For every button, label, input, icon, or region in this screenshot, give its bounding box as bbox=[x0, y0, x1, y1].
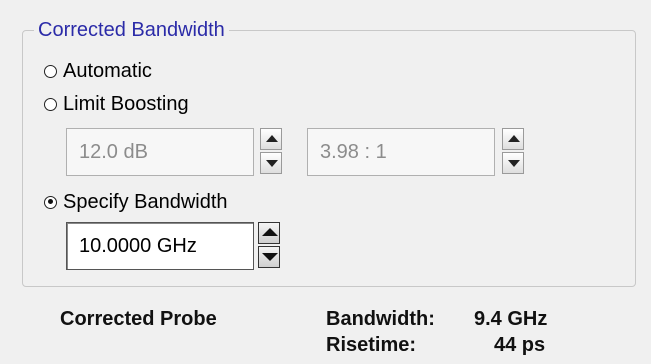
group-title: Corrected Bandwidth bbox=[34, 17, 229, 43]
risetime-readout-value: 44 ps bbox=[494, 334, 546, 356]
corrected-probe-label: Corrected Probe bbox=[60, 308, 217, 330]
boost-ratio-spinner[interactable] bbox=[502, 128, 526, 176]
boost-db-field[interactable]: 12.0 dB bbox=[66, 128, 254, 176]
boost-db-up-button[interactable] bbox=[260, 128, 282, 150]
arrow-down-icon bbox=[508, 160, 520, 167]
specify-bandwidth-label[interactable]: Specify Bandwidth bbox=[63, 189, 228, 215]
risetime-readout-label: Risetime: bbox=[326, 334, 417, 356]
boost-ratio-up-button[interactable] bbox=[502, 128, 524, 150]
limit-boosting-radio[interactable] bbox=[44, 97, 57, 111]
bandwidth-up-button[interactable] bbox=[258, 222, 280, 244]
boost-ratio-field[interactable]: 3.98 : 1 bbox=[307, 128, 495, 176]
automatic-radio[interactable] bbox=[44, 64, 57, 78]
arrow-down-icon bbox=[266, 160, 278, 167]
bandwidth-value-field[interactable]: 10.0000 GHz bbox=[66, 222, 254, 270]
limit-boosting-option[interactable]: Limit Boosting bbox=[44, 91, 189, 117]
arrow-up-icon bbox=[262, 228, 278, 236]
arrow-up-icon bbox=[266, 135, 278, 142]
boost-db-spinner[interactable] bbox=[260, 128, 284, 176]
bandwidth-readout-label: Bandwidth: bbox=[326, 308, 435, 330]
boost-ratio-down-button[interactable] bbox=[502, 152, 524, 174]
arrow-up-icon bbox=[508, 135, 520, 142]
limit-boosting-label[interactable]: Limit Boosting bbox=[63, 91, 189, 117]
specify-bandwidth-radio[interactable] bbox=[44, 195, 57, 209]
bandwidth-readout-value: 9.4 GHz bbox=[474, 308, 548, 330]
specify-bandwidth-option[interactable]: Specify Bandwidth bbox=[44, 189, 228, 215]
automatic-option[interactable]: Automatic bbox=[44, 58, 152, 84]
arrow-down-icon bbox=[262, 253, 278, 261]
automatic-label[interactable]: Automatic bbox=[63, 58, 152, 84]
bandwidth-spinner[interactable] bbox=[258, 222, 282, 270]
bandwidth-down-button[interactable] bbox=[258, 246, 280, 268]
boost-db-down-button[interactable] bbox=[260, 152, 282, 174]
